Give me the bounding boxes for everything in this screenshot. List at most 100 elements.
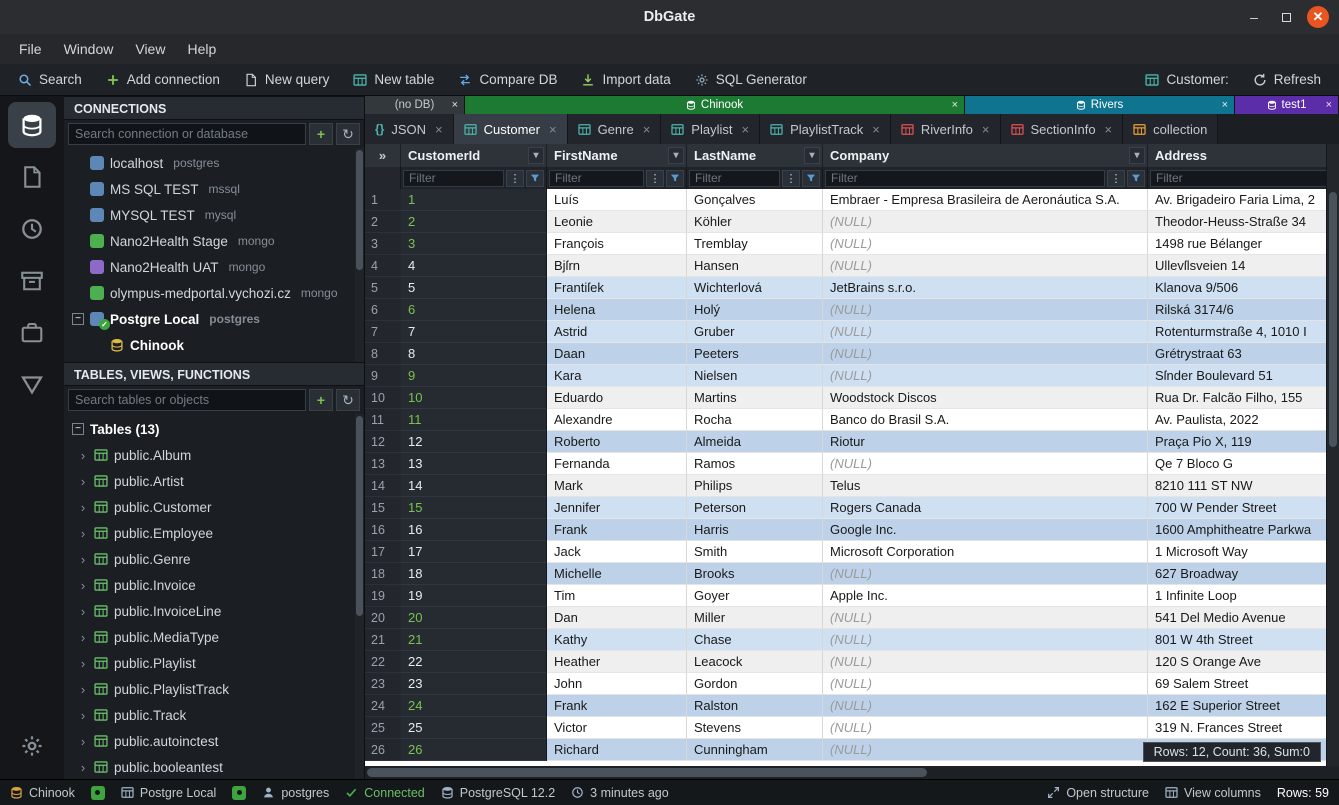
cell[interactable]: Peterson [687, 497, 823, 519]
cell[interactable]: 627 Broadway [1148, 563, 1339, 585]
table-row[interactable]: 2222HeatherLeacock(NULL)120 S Orange Ave [365, 651, 1339, 673]
cell-customerid[interactable]: 25 [401, 717, 547, 739]
filter-funnel-button[interactable] [802, 170, 820, 187]
toolbar-customer[interactable]: Customer: [1133, 64, 1240, 95]
cell[interactable]: Leonie [547, 211, 687, 233]
connection-nano2health-uat[interactable]: Nano2Health UATmongo [64, 254, 364, 280]
cell[interactable]: Köhler [687, 211, 823, 233]
cell-customerid[interactable]: 24 [401, 695, 547, 717]
cell[interactable]: Stevens [687, 717, 823, 739]
cell[interactable]: Rilská 3174/6 [1148, 299, 1339, 321]
connection-postgre-local[interactable]: −✓Postgre Localpostgres [64, 306, 364, 332]
rail-database-icon[interactable] [8, 102, 56, 148]
table-row[interactable]: 11LuísGonçalvesEmbraer - Empresa Brasile… [365, 189, 1339, 211]
cell[interactable]: Riotur [823, 431, 1148, 453]
tab-collection[interactable]: collection [1123, 114, 1218, 144]
add-table-button[interactable]: + [309, 389, 333, 411]
cell-customerid[interactable]: 12 [401, 431, 547, 453]
tab-group-rivers[interactable]: Rivers× [965, 96, 1235, 114]
table-row[interactable]: 2121KathyChase(NULL)801 W 4th Street [365, 629, 1339, 651]
status-rows-59[interactable]: Rows: 59 [1277, 786, 1329, 800]
cell[interactable]: Tim [547, 585, 687, 607]
rail-archive-icon[interactable] [8, 258, 56, 304]
cell[interactable]: Peeters [687, 343, 823, 365]
cell-customerid[interactable]: 19 [401, 585, 547, 607]
table-row[interactable]: 1616FrankHarrisGoogle Inc.1600 Amphithea… [365, 519, 1339, 541]
cell[interactable]: Qe 7 Bloco G [1148, 453, 1339, 475]
toolbar-new-query[interactable]: New query [232, 64, 342, 95]
filter-menu-button[interactable]: ⋮ [506, 170, 524, 187]
cell[interactable]: Wichterlová [687, 277, 823, 299]
table-row[interactable]: 22LeonieKöhler(NULL)Theodor-Heuss-Straße… [365, 211, 1339, 233]
table-row[interactable]: 1515JenniferPetersonRogers Canada700 W P… [365, 497, 1339, 519]
expand-chevron-icon[interactable]: › [78, 448, 88, 463]
close-icon[interactable]: × [435, 122, 443, 137]
collapse-icon[interactable]: − [72, 313, 84, 325]
table-row[interactable]: 88DaanPeeters(NULL)Grétrystraat 63 [365, 343, 1339, 365]
cell[interactable]: Eduardo [547, 387, 687, 409]
cell[interactable]: 801 W 4th Street [1148, 629, 1339, 651]
cell[interactable]: Almeida [687, 431, 823, 453]
close-button[interactable]: ✕ [1307, 6, 1329, 28]
cell[interactable]: (NULL) [823, 321, 1148, 343]
cell[interactable]: 1600 Amphitheatre Parkwa [1148, 519, 1339, 541]
cell[interactable]: Hansen [687, 255, 823, 277]
cell-customerid[interactable]: 15 [401, 497, 547, 519]
column-header-address[interactable]: Address▾ [1148, 144, 1339, 167]
expand-chevron-icon[interactable]: › [78, 708, 88, 723]
cell-customerid[interactable]: 1 [401, 189, 547, 211]
cell-customerid[interactable]: 3 [401, 233, 547, 255]
cell[interactable]: Ramos [687, 453, 823, 475]
table-row[interactable]: 1717JackSmithMicrosoft Corporation1 Micr… [365, 541, 1339, 563]
table-row[interactable]: 99KaraNielsen(NULL)Sſnder Boulevard 51 [365, 365, 1339, 387]
cell[interactable]: Smith [687, 541, 823, 563]
cell[interactable]: Mark [547, 475, 687, 497]
database-chinook[interactable]: Chinook [64, 332, 364, 358]
chevron-down-icon[interactable]: ▾ [668, 147, 684, 164]
cell[interactable]: (NULL) [823, 695, 1148, 717]
filter-input-company[interactable] [825, 170, 1105, 187]
table-public-invoice[interactable]: ›public.Invoice [64, 572, 364, 598]
cell[interactable]: 162 E Superior Street [1148, 695, 1339, 717]
cell[interactable]: Microsoft Corporation [823, 541, 1148, 563]
menu-file[interactable]: File [10, 38, 51, 60]
cell[interactable]: 1 Microsoft Way [1148, 541, 1339, 563]
vertical-scroll-thumb[interactable] [1329, 192, 1337, 447]
cell[interactable]: 8210 111 ST NW [1148, 475, 1339, 497]
table-public-invoiceline[interactable]: ›public.InvoiceLine [64, 598, 364, 624]
cell[interactable]: Tremblay [687, 233, 823, 255]
tables-group[interactable]: −Tables (13) [64, 416, 364, 442]
cell[interactable]: Harris [687, 519, 823, 541]
tab-group-test1[interactable]: test1× [1235, 96, 1339, 114]
table-row[interactable]: 2323JohnGordon(NULL)69 Salem Street [365, 673, 1339, 695]
cell[interactable]: Rua Dr. Falcão Filho, 155 [1148, 387, 1339, 409]
cell-customerid[interactable]: 23 [401, 673, 547, 695]
table-public-playlist[interactable]: ›public.Playlist [64, 650, 364, 676]
close-icon[interactable]: × [982, 122, 990, 137]
cell[interactable]: Alexandre [547, 409, 687, 431]
filter-input-lastname[interactable] [689, 170, 780, 187]
cell[interactable]: JetBrains s.r.o. [823, 277, 1148, 299]
cell[interactable]: Kara [547, 365, 687, 387]
cell[interactable]: 1498 rue Bélanger [1148, 233, 1339, 255]
toolbar-new-table[interactable]: New table [341, 64, 446, 95]
cell[interactable]: Gonçalves [687, 189, 823, 211]
cell[interactable]: Frank [547, 519, 687, 541]
table-public-playlisttrack[interactable]: ›public.PlaylistTrack [64, 676, 364, 702]
cell[interactable]: (NULL) [823, 739, 1148, 761]
cell[interactable]: Rotenturmstraße 4, 1010 I [1148, 321, 1339, 343]
cell-customerid[interactable]: 5 [401, 277, 547, 299]
cell[interactable]: Daan [547, 343, 687, 365]
cell-customerid[interactable]: 9 [401, 365, 547, 387]
cell[interactable]: Helena [547, 299, 687, 321]
expand-chevron-icon[interactable]: › [78, 734, 88, 749]
expand-chevron-icon[interactable]: › [78, 760, 88, 775]
cell[interactable]: Victor [547, 717, 687, 739]
table-public-album[interactable]: ›public.Album [64, 442, 364, 468]
cell[interactable]: (NULL) [823, 651, 1148, 673]
cell[interactable]: Klanova 9/506 [1148, 277, 1339, 299]
rail-file-icon[interactable] [8, 154, 56, 200]
tab-sectioninfo[interactable]: SectionInfo× [1001, 114, 1124, 144]
rail-gear-icon[interactable] [8, 723, 56, 769]
connections-scroll-thumb[interactable] [356, 150, 363, 270]
